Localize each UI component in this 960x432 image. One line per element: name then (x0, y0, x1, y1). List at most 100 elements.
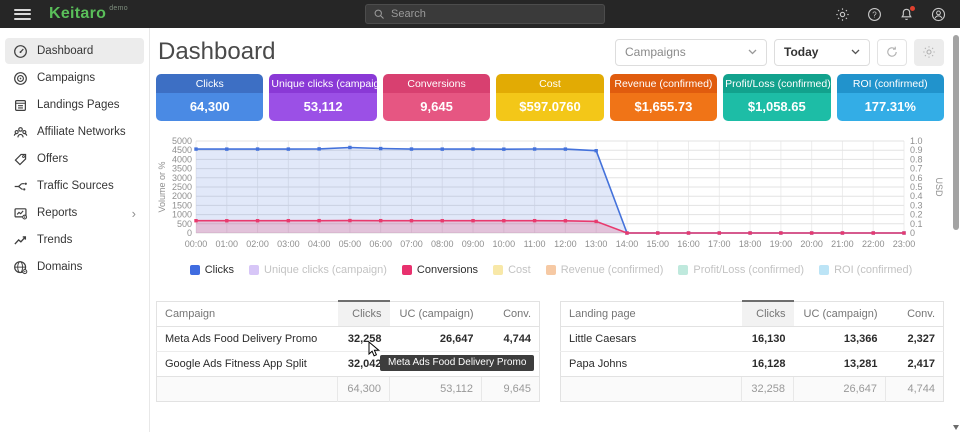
main-content: Dashboard Campaigns Today Clicks64,3 (150, 28, 952, 432)
svg-text:3500: 3500 (172, 164, 192, 174)
scrollbar-thumb[interactable] (953, 35, 959, 230)
column-header-conv[interactable]: Conv. (886, 301, 944, 327)
metric-card-cost[interactable]: Cost$597.0760 (496, 74, 603, 121)
sidebar-item-traffic-sources[interactable]: Traffic Sources (5, 173, 144, 199)
legend-item-clicks[interactable]: Clicks (190, 264, 234, 276)
row-name: Little Caesars (561, 327, 742, 352)
svg-text:02:00: 02:00 (246, 239, 269, 249)
legend-swatch (402, 265, 412, 275)
reports-icon (13, 206, 28, 221)
svg-text:18:00: 18:00 (739, 239, 762, 249)
sidebar-item-campaigns[interactable]: Campaigns (5, 65, 144, 91)
svg-text:0.7: 0.7 (910, 164, 923, 174)
total-value (157, 377, 338, 402)
total-value: 64,300 (338, 377, 390, 402)
help-icon[interactable]: ? (867, 7, 882, 22)
column-header-uc-campaign[interactable]: UC (campaign) (390, 301, 482, 327)
sidebar-item-domains[interactable]: Domains (5, 254, 144, 280)
svg-text:11:00: 11:00 (524, 239, 546, 249)
svg-text:?: ? (872, 10, 877, 19)
total-value: 53,112 (390, 377, 482, 402)
svg-text:01:00: 01:00 (216, 239, 239, 249)
row-value: 26,647 (390, 327, 482, 352)
row-value: 2,327 (886, 327, 944, 352)
table-row[interactable]: Papa Johns16,12813,2812,417 (561, 352, 944, 377)
traffic-chart[interactable]: 0500100015002000250030003500400045005000… (156, 133, 944, 259)
svg-text:15:00: 15:00 (646, 239, 669, 249)
row-value: 4,744 (482, 327, 540, 352)
total-value: 4,744 (886, 377, 944, 402)
legend-item-cost[interactable]: Cost (493, 264, 531, 276)
metric-label: Profit/Loss (confirmed) (723, 74, 830, 93)
legend-swatch (546, 265, 556, 275)
trends-icon (13, 233, 28, 248)
row-value: 16,128 (742, 352, 794, 377)
sidebar-item-landings-pages[interactable]: Landings Pages (5, 92, 144, 118)
column-header-conv[interactable]: Conv. (482, 301, 540, 327)
sidebar-item-reports[interactable]: Reports› (5, 200, 144, 226)
offers-icon (13, 152, 28, 167)
total-value: 32,258 (742, 377, 794, 402)
gear-icon[interactable] (835, 7, 850, 22)
sidebar-item-label: Affiliate Networks (37, 126, 126, 138)
date-range-select[interactable]: Today (774, 39, 870, 66)
svg-text:14:00: 14:00 (616, 239, 639, 249)
campaigns-filter-select[interactable]: Campaigns (615, 39, 767, 66)
campaigns-icon (13, 71, 28, 86)
svg-text:4500: 4500 (172, 145, 192, 155)
metric-card-profit-loss-confirmed[interactable]: Profit/Loss (confirmed)$1,058.65 (723, 74, 830, 121)
svg-text:0: 0 (910, 228, 915, 238)
metric-card-revenue-confirmed[interactable]: Revenue (confirmed)$1,655.73 (610, 74, 717, 121)
chevron-right-icon: › (132, 207, 136, 220)
metric-card-unique-clicks-campaign[interactable]: Unique clicks (campaign)53,112 (269, 74, 376, 121)
row-name: Papa Johns (561, 352, 742, 377)
affiliate-networks-icon (13, 125, 28, 140)
table-row[interactable]: Little Caesars16,13013,3662,327 (561, 327, 944, 352)
vertical-scrollbar[interactable] (952, 28, 960, 432)
legend-item-unique-clicks-campaign[interactable]: Unique clicks (campaign) (249, 264, 387, 276)
legend-label: Profit/Loss (confirmed) (693, 264, 804, 276)
dashboard-controls: Campaigns Today (615, 39, 944, 66)
menu-icon[interactable] (14, 9, 31, 20)
sidebar-item-offers[interactable]: Offers (5, 146, 144, 172)
sidebar-item-affiliate-networks[interactable]: Affiliate Networks (5, 119, 144, 145)
row-value: 13,281 (794, 352, 886, 377)
legend-swatch (190, 265, 200, 275)
svg-text:12:00: 12:00 (554, 239, 577, 249)
legend-item-revenue-confirmed[interactable]: Revenue (confirmed) (546, 264, 664, 276)
metric-card-conversions[interactable]: Conversions9,645 (383, 74, 490, 121)
sidebar-item-dashboard[interactable]: Dashboard (5, 38, 144, 64)
sidebar-item-label: Dashboard (37, 45, 93, 57)
refresh-button[interactable] (877, 39, 907, 66)
svg-text:0.9: 0.9 (910, 145, 923, 155)
table-row[interactable]: Meta Ads Food Delivery Promo32,25826,647… (157, 327, 540, 352)
column-header-clicks[interactable]: Clicks (742, 301, 794, 327)
svg-text:13:00: 13:00 (585, 239, 608, 249)
row-value: 16,130 (742, 327, 794, 352)
search-input[interactable]: Search (365, 4, 605, 24)
legend-label: Revenue (confirmed) (561, 264, 664, 276)
svg-text:07:00: 07:00 (400, 239, 423, 249)
column-header-uc-campaign[interactable]: UC (campaign) (794, 301, 886, 327)
app-logo[interactable]: Keitarodemo (49, 5, 128, 23)
bell-icon[interactable] (899, 7, 914, 22)
dashboard-settings-button[interactable] (914, 39, 944, 66)
svg-text:08:00: 08:00 (431, 239, 454, 249)
legend-label: Unique clicks (campaign) (264, 264, 387, 276)
legend-swatch (819, 265, 829, 275)
svg-text:0.3: 0.3 (910, 200, 923, 210)
row-value: 13,366 (794, 327, 886, 352)
metric-card-clicks[interactable]: Clicks64,300 (156, 74, 263, 121)
metric-value: $1,655.73 (610, 93, 717, 121)
scrollbar-down-arrow[interactable] (953, 425, 959, 430)
legend-item-profit-loss-confirmed[interactable]: Profit/Loss (confirmed) (678, 264, 804, 276)
legend-item-conversions[interactable]: Conversions (402, 264, 478, 276)
page-header: Dashboard Campaigns Today (150, 28, 952, 74)
column-header-clicks[interactable]: Clicks (338, 301, 390, 327)
legend-item-roi-confirmed[interactable]: ROI (confirmed) (819, 264, 912, 276)
account-icon[interactable] (931, 7, 946, 22)
total-value: 9,645 (482, 377, 540, 402)
svg-text:19:00: 19:00 (770, 239, 793, 249)
sidebar-item-trends[interactable]: Trends (5, 227, 144, 253)
metric-card-roi-confirmed[interactable]: ROI (confirmed)177.31% (837, 74, 944, 121)
